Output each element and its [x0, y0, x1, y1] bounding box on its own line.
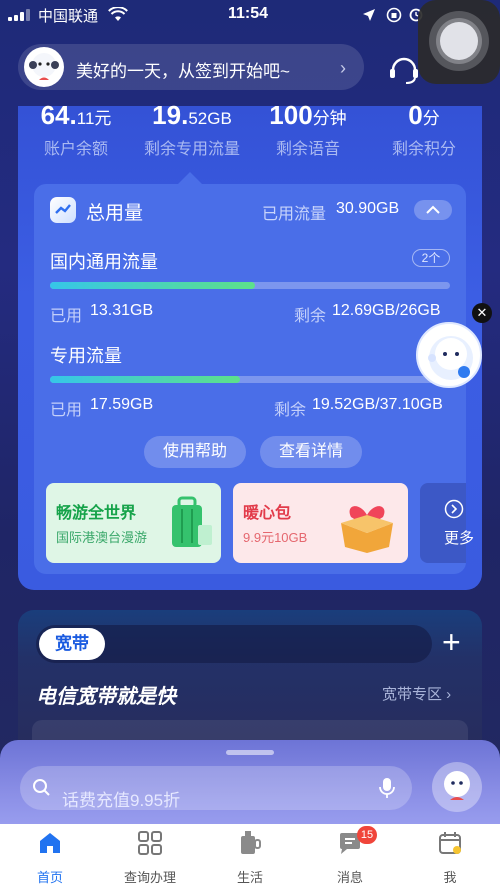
broadband-zone-link[interactable]: 宽带专区 ›: [382, 683, 451, 704]
usage-chart-icon: [50, 197, 76, 223]
clock: 11:54: [228, 5, 269, 22]
domestic-used-label: 已用: [50, 308, 83, 325]
location-icon: [363, 9, 375, 21]
usage-help-button[interactable]: 使用帮助: [144, 436, 246, 468]
domestic-remain-label: 剩余: [294, 308, 327, 325]
life-icon: [241, 831, 261, 854]
dedicated-progress-fill: [50, 376, 240, 383]
domestic-remain-value: 12.69GB/26GB: [332, 302, 441, 319]
domestic-progress-fill: [50, 282, 255, 289]
broadband-slogan: 电信宽带就是快: [36, 686, 176, 708]
microphone-icon[interactable]: [378, 777, 396, 799]
floating-mascot-button[interactable]: [416, 322, 482, 388]
assistive-touch-button[interactable]: [418, 0, 500, 84]
domestic-data-title: 国内通用流量: [50, 252, 158, 272]
luggage-icon: [172, 496, 212, 547]
close-icon[interactable]: ✕: [472, 303, 492, 323]
tab-home[interactable]: 首页: [0, 830, 100, 886]
usage-title: 总用量: [86, 203, 144, 224]
drag-handle[interactable]: [226, 750, 274, 755]
dedicated-remain-label: 剩余: [274, 402, 307, 419]
assistant-avatar[interactable]: [432, 762, 482, 812]
dedicated-used-value: 17.59GB: [90, 396, 154, 413]
promo-roaming-card[interactable]: 畅游全世界 国际港澳台漫游: [46, 483, 221, 563]
chevron-right-icon: ›: [340, 58, 346, 78]
gift-box-icon: [341, 506, 393, 553]
stat-balance[interactable]: 64.11元 账户余额: [18, 100, 134, 159]
dedicated-used-label: 已用: [50, 402, 83, 419]
greeting-text: 美好的一天，从签到开始吧~: [76, 62, 290, 81]
calendar-icon: [439, 832, 461, 854]
selection-pointer: [178, 172, 202, 184]
chevron-up-icon: [426, 205, 440, 214]
tab-query[interactable]: 查询办理: [100, 830, 200, 886]
used-data-label: 已用流量: [262, 206, 327, 223]
domestic-used-value: 13.31GB: [90, 302, 154, 319]
signal-icon: [8, 9, 32, 21]
mascot-icon: [444, 771, 470, 800]
tab-broadband[interactable]: 宽带: [39, 628, 105, 660]
grid-icon: [138, 831, 162, 855]
promo-more-card[interactable]: 更多: [420, 483, 474, 563]
search-icon: [33, 779, 50, 796]
arrow-right-circle-icon: [444, 499, 464, 519]
dedicated-progress-bar: [50, 376, 450, 383]
package-count-badge[interactable]: 2个: [412, 249, 450, 267]
wifi-icon: [108, 7, 128, 21]
dedicated-data-title: 专用流量: [50, 346, 122, 366]
collapse-button[interactable]: [414, 200, 452, 220]
stat-voice[interactable]: 100分钟 剩余语音: [250, 100, 366, 159]
used-data-value: 30.90GB: [336, 200, 400, 217]
view-details-button[interactable]: 查看详情: [260, 436, 362, 468]
tab-messages[interactable]: 消息: [300, 830, 400, 886]
stat-points[interactable]: 0分 剩余积分: [366, 100, 482, 159]
message-count-badge: 15: [357, 826, 377, 844]
tab-life[interactable]: 生活: [200, 830, 300, 886]
rotation-lock-icon: [386, 7, 402, 23]
tab-me[interactable]: 我: [400, 830, 500, 886]
user-avatar[interactable]: [24, 47, 64, 87]
stat-dedicated-data[interactable]: 19.52GB 剩余专用流量: [134, 100, 250, 159]
add-icon[interactable]: +: [442, 626, 461, 658]
carrier-name: 中国联通: [38, 8, 99, 25]
domestic-progress-bar: [50, 282, 450, 289]
promo-warm-pack-card[interactable]: 暖心包 9.9元10GB: [233, 483, 408, 563]
mascot-icon: [29, 53, 59, 80]
dedicated-remain-value: 19.52GB/37.10GB: [312, 396, 443, 413]
home-icon: [40, 833, 60, 853]
search-placeholder: 话费充值9.95折: [62, 791, 181, 810]
